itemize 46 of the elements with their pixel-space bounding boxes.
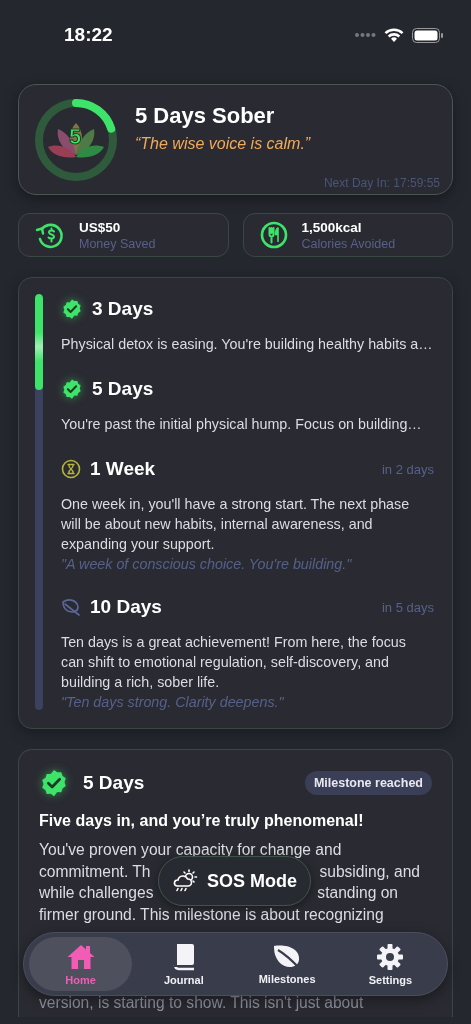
cloud-sun-rain-icon: [171, 869, 199, 893]
book-icon: [171, 942, 196, 971]
leaf-icon: [61, 598, 81, 616]
tab-button[interactable]: Journal: [132, 937, 236, 991]
countdown-text: Next Day In: 17:59:55: [323, 176, 440, 190]
body-text: version, is starting to show. This isn't just about: [39, 993, 364, 1013]
body-text: standing on: [317, 883, 398, 903]
motto-quote: “The wise voice is calm.”: [135, 135, 311, 153]
clock-time: 18:22: [64, 24, 113, 46]
milestone-description: You're past the initial physical hump. Focus on building…: [61, 415, 423, 434]
home-icon: [65, 942, 96, 971]
status-badge: Milestone reached: [304, 771, 432, 795]
milestone-description: Ten days is a great achievement! From here, the focus can shift to emotional regulation, self-discovery, and building a rich, sober life.: [61, 633, 407, 692]
fork-knife-icon: [259, 221, 288, 249]
check-badge-icon: [39, 768, 69, 798]
milestone-description: Physical detox is easing. You're building healthy habits a…: [61, 335, 434, 354]
milestone-description: One week in, you'll have a strong start. The next phase will be about new habits, internal awareness, and expanding your support.: [61, 495, 411, 554]
wifi-icon: [384, 27, 404, 43]
milestone-title: 5 Days: [92, 378, 154, 400]
milestone-quote: "A week of conscious choice. You're building.": [61, 556, 353, 572]
check-badge-icon: [61, 378, 83, 400]
streak-title: 5 Days Sober: [135, 103, 276, 129]
tab-button[interactable]: Milestones: [235, 937, 339, 991]
body-text: while challenges: [39, 883, 154, 903]
stat-label: Calories Avoided: [301, 236, 396, 251]
signal-icon: [354, 32, 376, 38]
eta-text: in 5 days: [381, 599, 434, 615]
tab-button[interactable]: Settings: [338, 937, 442, 991]
body-text: firmer ground. This milestone is about recognizing: [39, 904, 384, 925]
day-count: 5: [69, 125, 82, 149]
stat-label: Money Saved: [79, 236, 156, 251]
body-text: subsiding, and: [319, 861, 420, 882]
milestone-title: 10 Days: [90, 596, 162, 618]
hourglass-icon: [61, 459, 81, 479]
milestone-heading: Five days in, and you’re truly phenomenal!: [39, 812, 365, 830]
milestone-title: 5 Days: [83, 772, 145, 794]
milestone-quote: "Ten days strong. Clarity deepens.": [61, 694, 285, 710]
milestone-title: 3 Days: [92, 298, 154, 320]
battery-icon: [412, 27, 443, 43]
settings-icon: [376, 942, 405, 971]
eta-text: in 2 days: [381, 461, 434, 477]
stat-value: US$50: [79, 219, 122, 235]
stat-value: 1,500kcal: [301, 219, 363, 235]
milestone-title: 1 Week: [90, 458, 156, 480]
body-text: commitment. Th: [39, 861, 151, 882]
check-badge-icon: [61, 298, 83, 320]
